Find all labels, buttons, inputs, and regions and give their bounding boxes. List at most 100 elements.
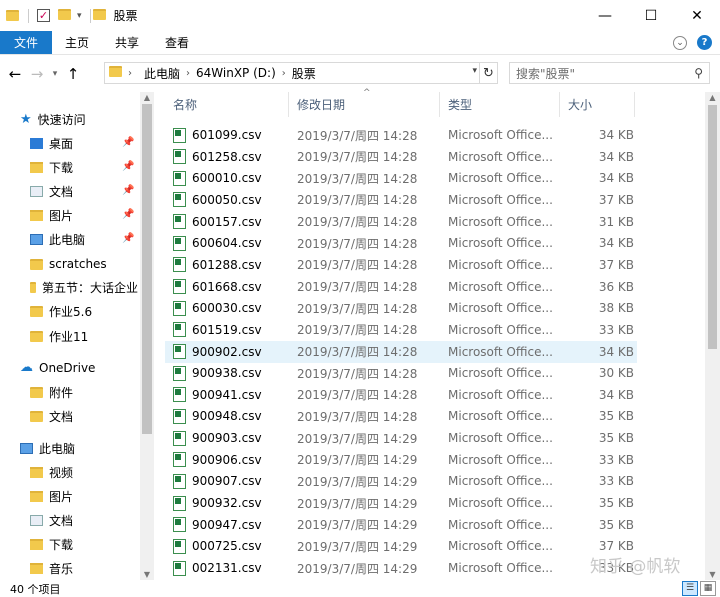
quick-access[interactable]: ★ 快速访问 [20,108,155,130]
pin-icon[interactable]: 📌 [122,209,134,220]
file-name-cell: 900906.csv [173,452,262,468]
refresh-icon[interactable]: ↻ [479,63,497,83]
column-header-type[interactable]: 类型 [440,92,560,117]
file-row[interactable]: 600010.csv 2019/3/7/周四 14:28 Microsoft Off… [165,167,637,189]
file-row[interactable]: 600157.csv 2019/3/7/周四 14:28 Microsoft Off… [165,211,637,233]
file-date: 2019/3/7/周四 14:28 [297,236,418,251]
address-bar[interactable]: › 此电脑 › 64WinXP (D:) › 股票 ▾ ↻ [104,62,498,84]
nav-item-pc-pictures[interactable]: 图片 [30,485,155,507]
file-row[interactable]: 900941.csv 2019/3/7/周四 14:28 Microsoft Off… [165,384,637,406]
new-folder-icon[interactable] [58,8,71,23]
expand-ribbon-icon[interactable]: ⌄ [673,35,687,50]
nav-item-videos[interactable]: 视频 [30,461,155,483]
back-arrow-icon[interactable]: ← [4,65,26,83]
properties-icon[interactable]: ✓ [37,9,50,22]
tab-share[interactable]: 共享 [102,31,152,54]
column-header-name[interactable]: 名称 [165,92,289,117]
file-row[interactable]: 601258.csv 2019/3/7/周四 14:28 Microsoft Off… [165,146,637,168]
scroll-down-icon[interactable]: ▼ [140,570,154,579]
breadcrumb-current[interactable]: 股票 [292,65,316,82]
nav-item-desktop[interactable]: 桌面 [30,132,155,154]
file-name-cell: 900941.csv [173,387,262,403]
file-row[interactable]: 600030.csv 2019/3/7/周四 14:28 Microsoft Off… [165,297,637,319]
forward-arrow-icon[interactable]: → [26,65,48,83]
navigation-scrollbar[interactable]: ▲ ▼ [140,92,154,580]
nav-item-label: 图片 [49,489,74,504]
file-row[interactable]: 900906.csv 2019/3/7/周四 14:29 Microsoft Off… [165,449,637,471]
nav-item-label: 此电脑 [49,232,86,247]
file-name: 900906.csv [192,452,262,467]
nav-item-attachments[interactable]: 附件 [30,381,155,403]
scrollbar-thumb[interactable] [142,104,152,434]
file-size: 33 KB [598,322,634,337]
recent-locations-icon[interactable]: ▾ [48,69,62,79]
nav-item-music[interactable]: 音乐 [30,557,155,579]
file-name: 900932.csv [192,496,262,511]
close-button[interactable]: ✕ [674,0,720,31]
nav-item-homework-5-6[interactable]: 作业5.6 [30,300,155,322]
details-view-icon[interactable]: ☰ [682,581,698,596]
file-name-cell: 000725.csv [173,538,262,554]
breadcrumb-separator-icon[interactable]: › [282,68,286,79]
tab-view[interactable]: 查看 [152,31,202,54]
tab-file[interactable]: 文件 [0,31,53,54]
nav-item-onedrive-documents[interactable]: 文档 [30,405,155,427]
pin-icon[interactable]: 📌 [122,137,134,148]
large-icons-view-icon[interactable]: ▦ [700,581,716,596]
file-name: 000725.csv [192,539,262,554]
file-list-scrollbar[interactable]: ▲ ▼ [705,92,720,580]
csv-file-icon [173,387,186,403]
up-arrow-icon[interactable]: ↑ [62,65,84,83]
file-row[interactable]: 900903.csv 2019/3/7/周四 14:29 Microsoft Off… [165,427,637,449]
help-icon[interactable]: ? [697,35,712,50]
pin-icon[interactable]: 📌 [122,233,134,244]
csv-file-icon [173,538,186,554]
nav-item-pc-documents[interactable]: 文档 [30,509,155,531]
file-row[interactable]: 601288.csv 2019/3/7/周四 14:28 Microsoft Off… [165,254,637,276]
file-row[interactable]: 601099.csv 2019/3/7/周四 14:28 Microsoft Off… [165,124,637,146]
breadcrumb-separator-icon[interactable]: › [128,68,132,79]
nav-item-this-pc[interactable]: 此电脑 [20,437,155,459]
file-date: 2019/3/7/周四 14:28 [297,215,418,230]
nav-item-downloads[interactable]: 下载 [30,156,155,178]
minimize-button[interactable]: — [582,0,628,31]
file-row[interactable]: 900907.csv 2019/3/7/周四 14:29 Microsoft Off… [165,470,637,492]
column-header-size[interactable]: 大小 [560,92,635,117]
file-row[interactable]: 002131.csv 2019/3/7/周四 14:29 Microsoft Off… [165,557,637,579]
nav-item-pictures[interactable]: 图片 [30,204,155,226]
scrollbar-thumb[interactable] [708,105,717,349]
nav-item-homework-11[interactable]: 作业11 [30,325,155,347]
scroll-down-icon[interactable]: ▼ [705,570,720,579]
breadcrumb-this-pc[interactable]: 此电脑 [144,65,180,82]
file-type: Microsoft Office... [448,257,553,272]
file-row[interactable]: 900947.csv 2019/3/7/周四 14:29 Microsoft Off… [165,514,637,536]
file-row[interactable]: 600050.csv 2019/3/7/周四 14:28 Microsoft Off… [165,189,637,211]
file-row[interactable]: 900938.csv 2019/3/7/周四 14:28 Microsoft Off… [165,362,637,384]
nav-item-documents[interactable]: 文档 [30,180,155,202]
search-input[interactable]: 搜索"股票" ⚲ [509,62,710,84]
breadcrumb-separator-icon[interactable]: › [186,68,190,79]
scroll-up-icon[interactable]: ▲ [140,93,154,102]
file-row[interactable]: 900948.csv 2019/3/7/周四 14:28 Microsoft Off… [165,405,637,427]
pin-icon[interactable]: 📌 [122,185,134,196]
file-name-cell: 600030.csv [173,300,262,316]
breadcrumb-drive[interactable]: 64WinXP (D:) [196,66,276,80]
customize-quick-access-icon[interactable]: ▾ [77,11,82,21]
pin-icon[interactable]: 📌 [122,161,134,172]
nav-item-onedrive[interactable]: ☁ OneDrive [20,357,155,379]
file-row[interactable]: 000725.csv 2019/3/7/周四 14:29 Microsoft Off… [165,535,637,557]
file-row[interactable]: 600604.csv 2019/3/7/周四 14:28 Microsoft Off… [165,232,637,254]
nav-item-scratches[interactable]: scratches [30,253,155,275]
file-row[interactable]: 900902.csv 2019/3/7/周四 14:28 Microsoft Off… [165,340,637,363]
nav-item-pc-downloads[interactable]: 下载 [30,533,155,555]
maximize-button[interactable]: ☐ [628,0,674,31]
file-name-cell: 600157.csv [173,214,262,230]
address-dropdown-icon[interactable]: ▾ [472,66,477,76]
file-row[interactable]: 900932.csv 2019/3/7/周四 14:29 Microsoft Off… [165,492,637,514]
file-row[interactable]: 601668.csv 2019/3/7/周四 14:28 Microsoft Off… [165,276,637,298]
scroll-up-icon[interactable]: ▲ [705,93,720,102]
nav-item-this-pc-pinned[interactable]: 此电脑 [30,228,155,250]
file-row[interactable]: 601519.csv 2019/3/7/周四 14:28 Microsoft Off… [165,319,637,341]
tab-home[interactable]: 主页 [52,31,102,54]
nav-item-section-five[interactable]: 第五节：大话企业 [30,276,138,298]
